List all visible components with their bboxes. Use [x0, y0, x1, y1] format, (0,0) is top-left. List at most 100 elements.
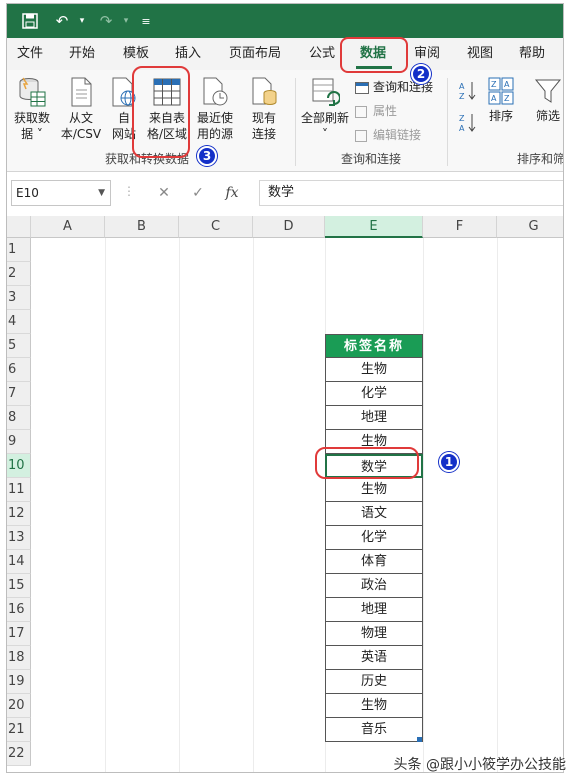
sort-descending-button[interactable]: Z A: [457, 112, 479, 138]
edit-links-label: 编辑链接: [373, 128, 422, 142]
refresh-all-button[interactable]: 全部刷新 ˅: [297, 76, 353, 142]
undo-dropdown-icon[interactable]: ▾: [71, 10, 93, 32]
gridline: [105, 238, 106, 772]
column-header-f[interactable]: F: [423, 216, 497, 238]
table-cell[interactable]: 体育: [325, 550, 423, 574]
customize-toolbar-icon[interactable]: ≡: [135, 10, 157, 32]
tab-insert[interactable]: 插入: [175, 44, 201, 64]
column-header-c[interactable]: C: [179, 216, 253, 238]
gridline: [423, 238, 424, 772]
existing-connections-button[interactable]: 现有 连接: [243, 76, 285, 142]
row-header[interactable]: 13: [7, 526, 31, 550]
sort-button[interactable]: Z A A Z 排序: [483, 76, 519, 124]
column-header-a[interactable]: A: [31, 216, 105, 238]
queries-connections-icon: [355, 81, 369, 94]
redo-icon[interactable]: ↷: [95, 10, 117, 32]
tab-view[interactable]: 视图: [467, 44, 493, 64]
undo-icon[interactable]: ↶: [51, 10, 73, 32]
properties-label: 属性: [373, 104, 398, 118]
column-header-e[interactable]: E: [325, 216, 423, 238]
row-header[interactable]: 21: [7, 718, 31, 742]
gridline: [179, 238, 180, 772]
row-header[interactable]: 4: [7, 310, 31, 334]
edit-links-button[interactable]: 编辑链接: [355, 126, 421, 144]
tab-template[interactable]: 模板: [123, 44, 149, 64]
table-cell[interactable]: 生物: [325, 478, 423, 502]
badge-step-1: 1: [439, 452, 459, 472]
row-header[interactable]: 18: [7, 646, 31, 670]
row-header[interactable]: 2: [7, 262, 31, 286]
table-cell[interactable]: 音乐: [325, 718, 423, 742]
table-cell[interactable]: 地理: [325, 598, 423, 622]
cancel-icon[interactable]: ✕: [153, 182, 175, 204]
table-cell[interactable]: 物理: [325, 622, 423, 646]
row-header[interactable]: 12: [7, 502, 31, 526]
row-header[interactable]: 22: [7, 742, 31, 766]
row-header[interactable]: 5: [7, 334, 31, 358]
row-header[interactable]: 10: [7, 454, 31, 478]
tab-file[interactable]: 文件: [17, 44, 43, 64]
sort-ascending-button[interactable]: A Z: [457, 80, 479, 106]
row-header[interactable]: 6: [7, 358, 31, 382]
row-header[interactable]: 1: [7, 238, 31, 262]
name-box[interactable]: E10 ▼: [11, 180, 111, 206]
column-header-g[interactable]: G: [497, 216, 563, 238]
row-header[interactable]: 20: [7, 694, 31, 718]
table-header-cell[interactable]: 标签名称: [325, 334, 423, 358]
group-separator: [295, 78, 296, 166]
row-header[interactable]: 11: [7, 478, 31, 502]
tab-formulas[interactable]: 公式: [309, 44, 335, 64]
svg-text:A: A: [504, 80, 510, 89]
formula-input[interactable]: 数学: [259, 180, 563, 206]
name-box-dropdown-icon[interactable]: ▼: [98, 181, 105, 205]
table-resize-handle[interactable]: [417, 737, 422, 742]
tab-home[interactable]: 开始: [69, 44, 95, 64]
row-header[interactable]: 8: [7, 406, 31, 430]
get-data-button[interactable]: 获取数 据 ˅: [9, 76, 55, 142]
ribbon-tabs: 文件 开始 模板 插入 页面布局 公式 数据 审阅 视图 帮助: [7, 38, 563, 70]
table-cell[interactable]: 生物: [325, 694, 423, 718]
get-data-label: 获取数 据 ˅: [13, 111, 50, 141]
tab-page-layout[interactable]: 页面布局: [229, 44, 281, 64]
tab-review[interactable]: 审阅: [414, 44, 440, 64]
from-text-csv-button[interactable]: 从文 本/CSV: [55, 76, 107, 142]
svg-text:Z: Z: [491, 80, 497, 89]
column-header-d[interactable]: D: [253, 216, 325, 238]
table-cell[interactable]: 语文: [325, 502, 423, 526]
tab-help[interactable]: 帮助: [519, 44, 545, 64]
excel-window: ↶ ▾ ↷ ▾ ≡ 文件 开始 模板 插入 页面布局 公式 数据 审阅 视图 帮…: [6, 3, 564, 773]
insert-function-icon[interactable]: fx: [221, 182, 243, 204]
row-header[interactable]: 16: [7, 598, 31, 622]
formula-bar-grip-icon: ⋮: [123, 184, 135, 198]
table-cell[interactable]: 政治: [325, 574, 423, 598]
formula-bar: E10 ▼ ⋮ ✕ ✓ fx 数学: [7, 176, 563, 210]
row-header[interactable]: 17: [7, 622, 31, 646]
gridline: [497, 238, 498, 772]
group-label-queries: 查询和连接: [341, 152, 402, 166]
table-cell[interactable]: 化学: [325, 526, 423, 550]
row-header[interactable]: 19: [7, 670, 31, 694]
sort-za-icon: Z A: [459, 114, 476, 133]
row-header[interactable]: 9: [7, 430, 31, 454]
row-header[interactable]: 3: [7, 286, 31, 310]
table-cell[interactable]: 历史: [325, 670, 423, 694]
properties-button[interactable]: 属性: [355, 102, 397, 120]
row-header[interactable]: 14: [7, 550, 31, 574]
filter-button[interactable]: 筛选: [531, 76, 563, 124]
table-cell[interactable]: 英语: [325, 646, 423, 670]
save-icon[interactable]: [19, 10, 41, 32]
watermark: 头条 @跟小小筱学办公技能: [393, 757, 566, 773]
callout-from-table: [132, 66, 190, 158]
enter-icon[interactable]: ✓: [187, 182, 209, 204]
callout-active-cell: [315, 447, 419, 479]
select-all-corner[interactable]: [7, 216, 31, 238]
row-header[interactable]: 15: [7, 574, 31, 598]
table-cell[interactable]: 化学: [325, 382, 423, 406]
column-header-b[interactable]: B: [105, 216, 179, 238]
redo-dropdown-icon[interactable]: ▾: [115, 10, 137, 32]
recent-sources-button[interactable]: 最近使 用的源: [193, 76, 237, 142]
row-header[interactable]: 7: [7, 382, 31, 406]
table-cell[interactable]: 生物: [325, 358, 423, 382]
ribbon-data: 获取数 据 ˅ 从文 本/CSV 自 网站 来自表 格/区域 最近使 用的源 现…: [7, 70, 563, 172]
table-cell[interactable]: 地理: [325, 406, 423, 430]
